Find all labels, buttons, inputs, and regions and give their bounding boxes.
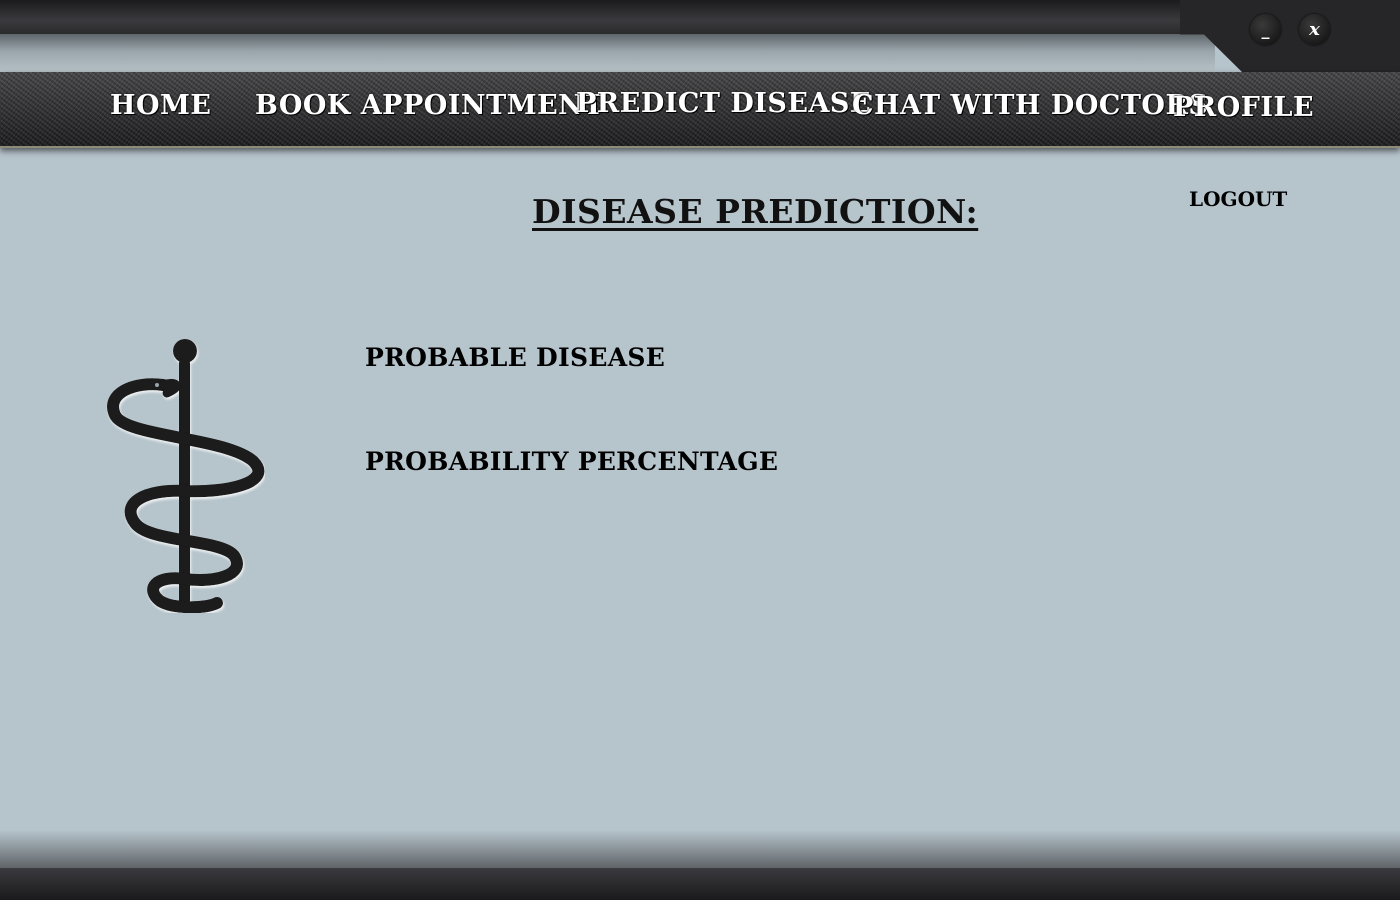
bottom-bar xyxy=(0,868,1400,900)
nav-chat-with-doctors[interactable]: CHAT WITH DOCTORS xyxy=(852,90,1208,121)
nav-book-appointment[interactable]: BOOK APPOINTMENT xyxy=(255,90,604,121)
logout-link[interactable]: LOGOUT xyxy=(1189,187,1287,211)
page-title: DISEASE PREDICTION: xyxy=(532,192,979,231)
nav-home[interactable]: HOME xyxy=(110,90,212,121)
minimize-button[interactable]: _ xyxy=(1250,14,1281,45)
nav-predict-disease[interactable]: PREDICT DISEASE xyxy=(576,88,871,119)
bottom-shade xyxy=(0,830,1400,870)
title-bar-gloss xyxy=(0,34,1215,72)
probability-percentage-label: PROBABILITY PERCENTAGE xyxy=(365,447,779,476)
nav-profile[interactable]: PROFILE xyxy=(1173,92,1314,123)
rod-of-asclepius-icon xyxy=(107,339,265,613)
main-navbar: HOME BOOK APPOINTMENT PREDICT DISEASE CH… xyxy=(0,72,1400,148)
close-button[interactable]: x xyxy=(1299,14,1330,45)
probable-disease-label: PROBABLE DISEASE xyxy=(365,343,666,372)
